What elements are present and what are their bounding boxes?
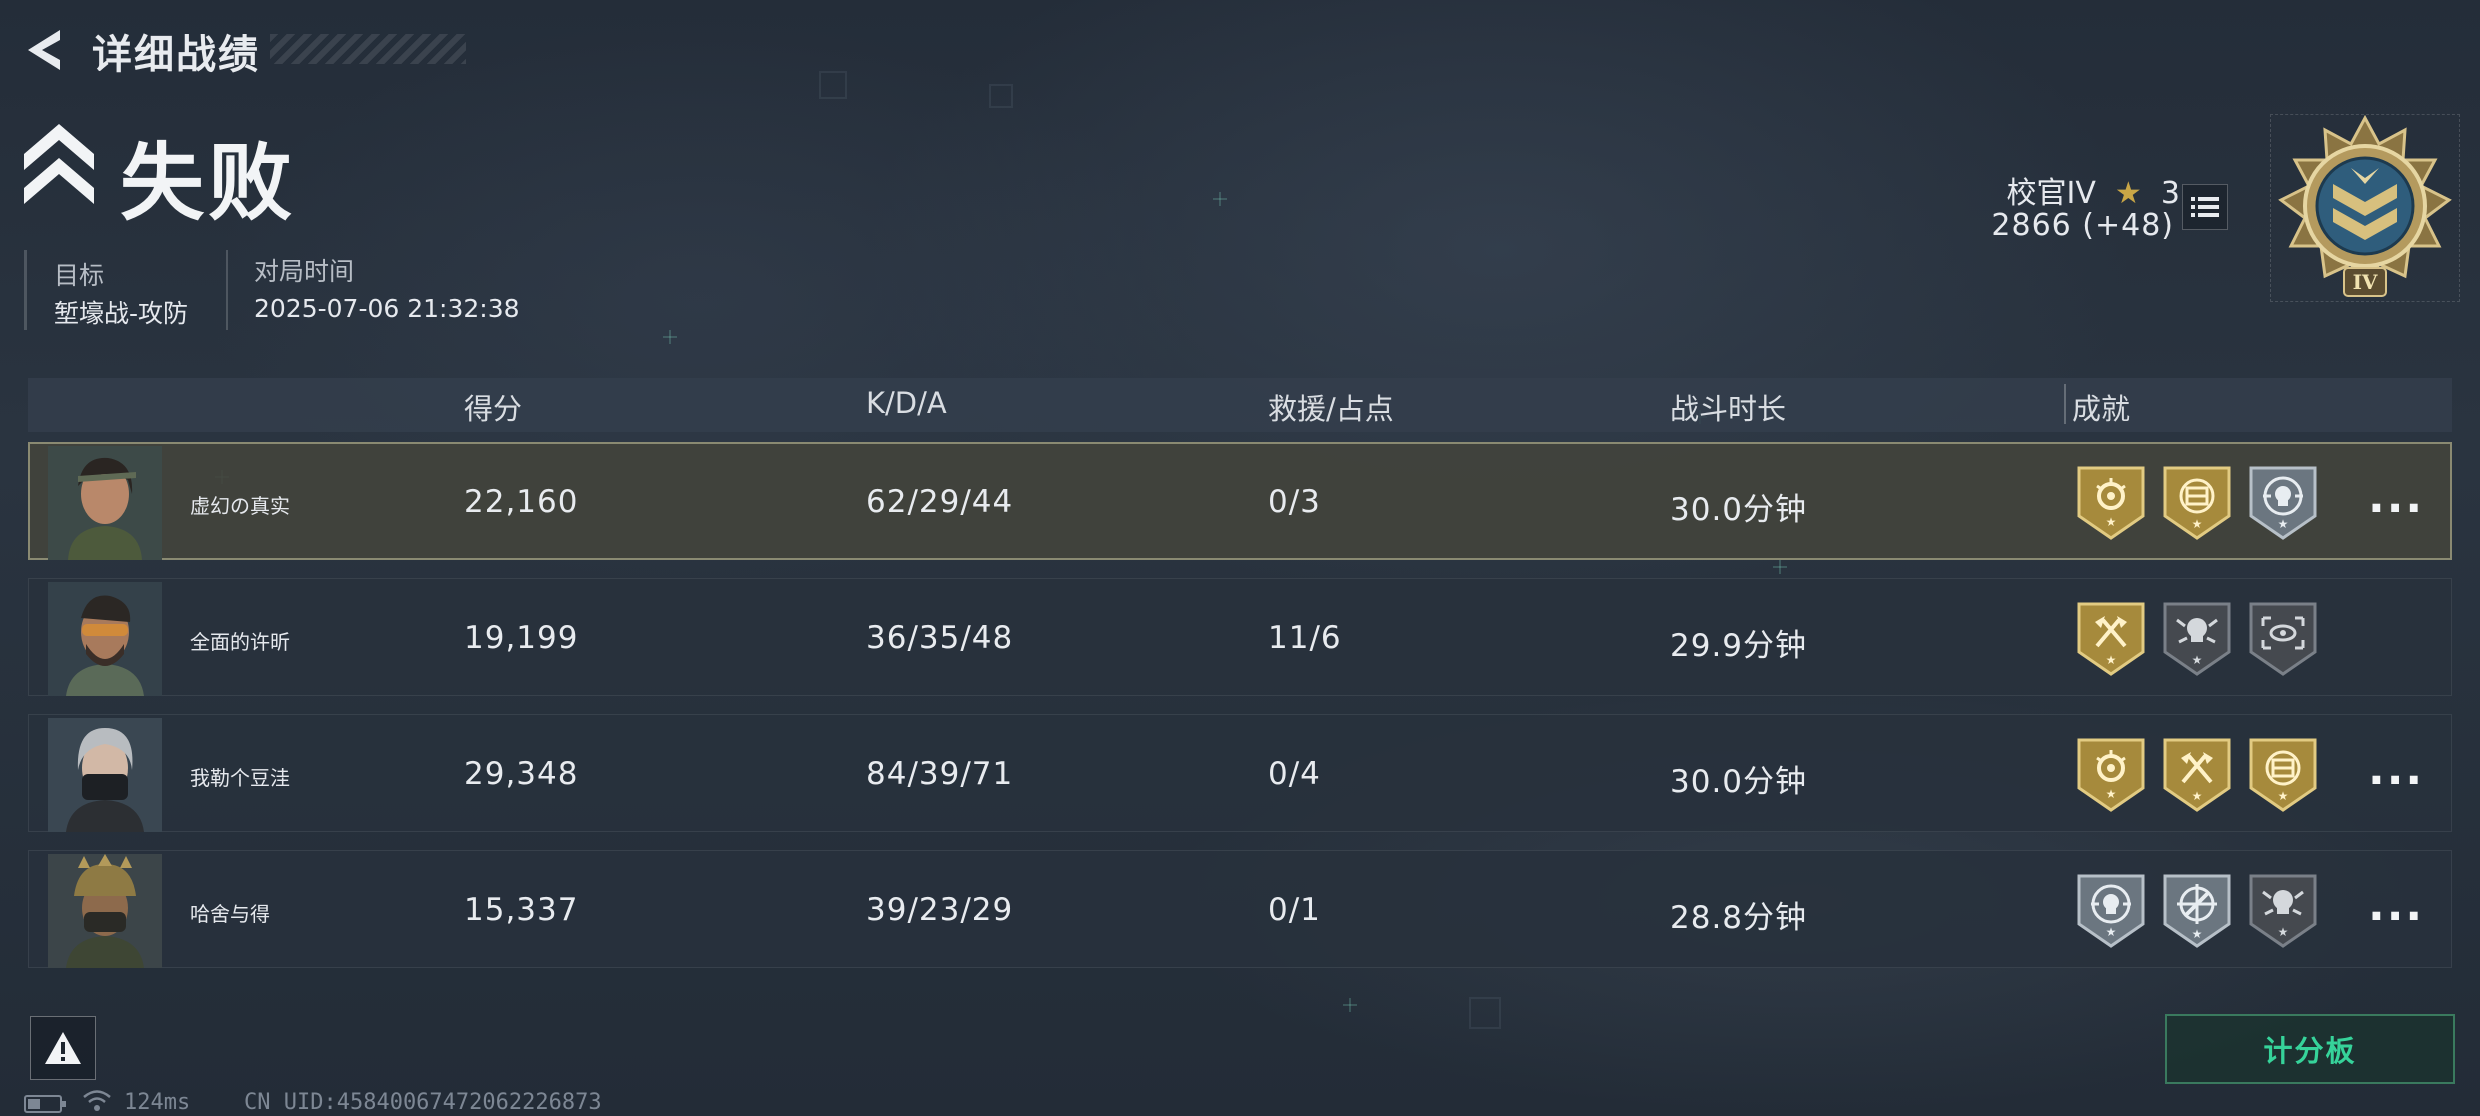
silver-crosshair-badge-icon[interactable]: ★ (2163, 874, 2231, 948)
player-score: 19,199 (464, 620, 579, 656)
target-label: 目标 (54, 261, 105, 290)
silver-skull-target-badge-icon[interactable]: ★ (2077, 874, 2145, 948)
gold-crate-badge-icon[interactable]: ★ (2249, 738, 2317, 812)
svg-text:★: ★ (2192, 927, 2203, 941)
wifi-icon (83, 1090, 111, 1111)
avatar (48, 446, 162, 560)
list-icon (2191, 197, 2219, 217)
player-rescue: 0/3 (1268, 484, 1321, 520)
svg-text:★: ★ (2192, 789, 2203, 803)
gold-rose-badge-icon[interactable]: ★ (2077, 738, 2145, 812)
avatar (48, 854, 162, 968)
header-score: 得分 (464, 392, 523, 426)
report-button[interactable] (30, 1016, 96, 1080)
rank-name: 校官IV ★ 3 (2006, 168, 2180, 212)
header-achievements: 成就 (2072, 392, 2131, 426)
defeat-chevron-icon (24, 124, 94, 208)
avatar (48, 582, 162, 696)
player-name: 哈舍与得 (190, 902, 270, 926)
more-button[interactable]: ... (2368, 472, 2424, 523)
more-button[interactable]: ... (2368, 880, 2424, 931)
player-duration: 30.0分钟 (1670, 492, 1808, 528)
player-name: 虚幻の真实 (190, 494, 290, 518)
time-value: 2025-07-06 21:32:38 (254, 294, 520, 323)
star-icon: ★ (2105, 176, 2152, 211)
player-name: 全面的许昕 (190, 630, 290, 654)
svg-text:★: ★ (2192, 653, 2203, 667)
svg-text:★: ★ (2106, 925, 2117, 939)
header-rescue: 救援/占点 (1268, 392, 1394, 426)
player-rescue: 11/6 (1268, 620, 1342, 656)
grey-skull-badge-icon[interactable]: ★ (2163, 602, 2231, 676)
divider (2064, 384, 2066, 424)
player-kda: 84/39/71 (866, 756, 1014, 792)
user-uid: CN UID:45840067472062226873 (244, 1090, 602, 1115)
gold-crossed-axes-badge-icon[interactable]: ★ (2077, 602, 2145, 676)
svg-text:★: ★ (2106, 515, 2117, 529)
ping-readout: 124ms (124, 1090, 191, 1115)
svg-text:★: ★ (2106, 653, 2117, 667)
divider (24, 250, 27, 330)
battery-icon (24, 1095, 66, 1113)
svg-text:★: ★ (2278, 925, 2289, 939)
match-result: 失败 (120, 134, 297, 232)
gold-rose-badge-icon[interactable]: ★ (2077, 466, 2145, 540)
svg-text:★: ★ (2278, 789, 2289, 803)
scoreboard-button[interactable]: 计分板 (2165, 1014, 2455, 1084)
rank-score: 2866 (+48) (1991, 208, 2174, 243)
warning-icon (45, 1032, 81, 1064)
header-duration: 战斗时长 (1670, 392, 1787, 426)
player-duration: 28.8分钟 (1670, 900, 1808, 936)
gold-crate-badge-icon[interactable]: ★ (2163, 466, 2231, 540)
back-button[interactable] (22, 24, 70, 76)
svg-text:★: ★ (2106, 787, 2117, 801)
player-rescue: 0/4 (1268, 756, 1321, 792)
emblem-numeral: IV (2353, 270, 2378, 294)
player-kda: 36/35/48 (866, 620, 1014, 656)
player-score: 29,348 (464, 756, 579, 792)
player-name: 我勒个豆洼 (190, 766, 290, 790)
player-score: 22,160 (464, 484, 579, 520)
more-button[interactable]: ... (2368, 744, 2424, 795)
back-arrow-icon (28, 30, 60, 70)
page-title: 详细战绩 (92, 32, 260, 78)
target-value: 堑壕战-攻防 (54, 299, 189, 328)
player-kda: 39/23/29 (866, 892, 1014, 928)
player-rescue: 0/1 (1268, 892, 1321, 928)
divider (226, 250, 228, 330)
player-kda: 62/29/44 (866, 484, 1014, 520)
rank-list-button[interactable] (2182, 184, 2228, 230)
svg-text:★: ★ (2278, 517, 2289, 531)
time-label: 对局时间 (254, 257, 355, 286)
player-score: 15,337 (464, 892, 579, 928)
gold-crossed-axes-badge-icon[interactable]: ★ (2163, 738, 2231, 812)
silver-skull-target-badge-icon[interactable]: ★ (2249, 466, 2317, 540)
rank-title: 校官IV (2006, 176, 2096, 211)
svg-text:★: ★ (2192, 517, 2203, 531)
rank-emblem: IV (2270, 108, 2460, 304)
rank-stars: 3 (2160, 176, 2180, 211)
header-kda: K/D/A (866, 386, 947, 420)
player-duration: 29.9分钟 (1670, 628, 1808, 664)
player-duration: 30.0分钟 (1670, 764, 1808, 800)
title-decoration (270, 34, 466, 64)
grey-skull-badge-icon[interactable]: ★ (2249, 874, 2317, 948)
avatar (48, 718, 162, 832)
grey-eye-scan-badge-icon[interactable] (2249, 602, 2317, 676)
